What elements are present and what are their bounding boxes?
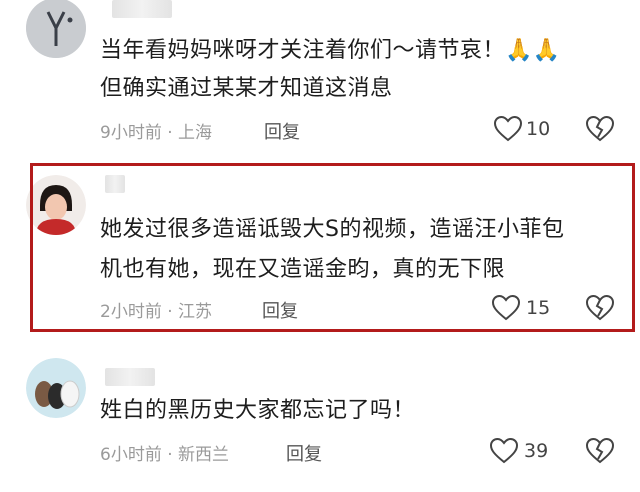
highlight-frame [30, 163, 635, 332]
location: 新西兰 [178, 445, 230, 465]
comment-item: 当年看妈妈咪呀才关注着你们～请节哀！🙏🙏 但确实通过某某才知道这消息 9小时前 … [0, 0, 640, 160]
username[interactable] [105, 368, 155, 386]
comment-time: 6小时前 · 新西兰 [100, 445, 230, 465]
like-count: 39 [524, 440, 549, 462]
username[interactable] [112, 0, 172, 18]
like-count: 10 [526, 118, 551, 140]
avatar[interactable] [26, 358, 86, 418]
time: 9小时前 [100, 123, 162, 143]
time: 6小时前 [100, 445, 162, 465]
comment-text: 姓白的黑历史大家都忘记了吗！ [100, 398, 416, 423]
avatar[interactable] [26, 0, 86, 58]
reply-button[interactable]: 回复 [286, 440, 322, 466]
reply-button[interactable]: 回复 [264, 118, 300, 144]
location: 上海 [178, 123, 213, 143]
comment-text: 当年看妈妈咪呀才关注着你们～请节哀！🙏🙏 [100, 38, 561, 63]
dislike-icon[interactable] [586, 116, 614, 142]
heart-icon[interactable] [494, 116, 522, 142]
comment-text: 但确实通过某某才知道这消息 [100, 76, 393, 101]
heart-icon[interactable] [490, 438, 518, 464]
comment-time: 9小时前 · 上海 [100, 123, 213, 143]
comment-item: 姓白的黑历史大家都忘记了吗！ 6小时前 · 新西兰 回复 39 [0, 350, 640, 492]
dislike-icon[interactable] [586, 438, 614, 464]
